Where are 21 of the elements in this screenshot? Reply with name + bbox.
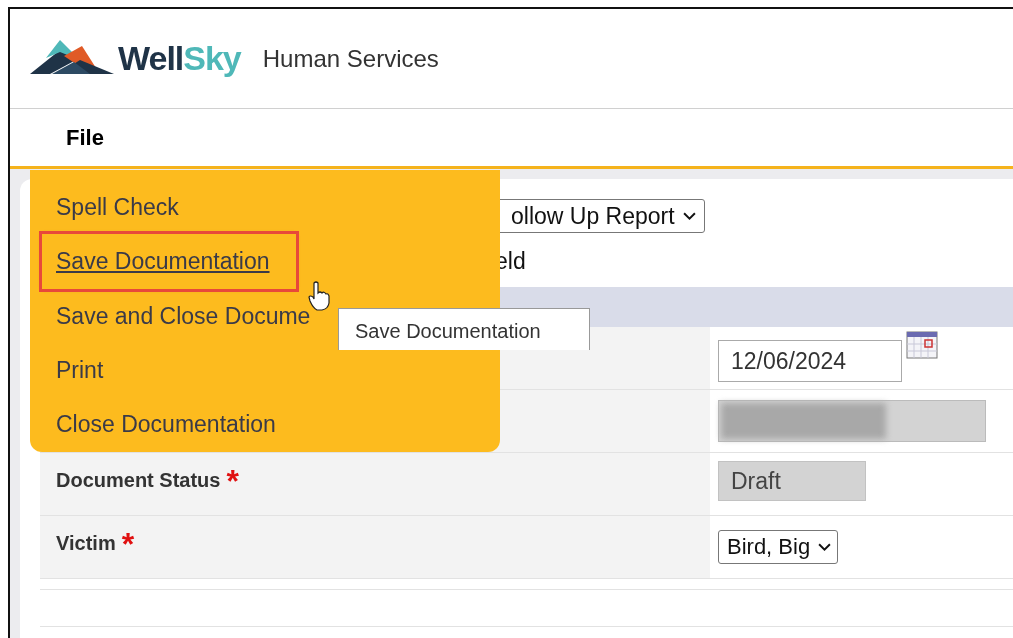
victim-select[interactable]: Bird, Big [718, 530, 839, 564]
field-label: Document Status [56, 469, 221, 492]
date-field[interactable]: 12/06/2024 [718, 340, 902, 382]
brand-name: WellSky [118, 39, 241, 78]
required-mark: * [226, 469, 239, 493]
menu-item[interactable]: Save Documentation [42, 234, 296, 289]
menu-item[interactable]: Spell Check [30, 180, 179, 235]
menu-item[interactable]: Close Documentation [30, 397, 276, 453]
hand-cursor-icon [308, 281, 330, 311]
chevron-down-icon [682, 211, 696, 221]
menu-item[interactable]: Save and Close Docume [30, 288, 311, 344]
product-name: Human Services [262, 44, 439, 73]
status-field: Draft [718, 461, 866, 501]
field-label: Victim [56, 532, 116, 555]
tooltip: Save Documentation [338, 308, 590, 350]
mountain-logo-icon [30, 37, 114, 76]
menu-item[interactable]: Print [30, 343, 104, 398]
required-mark: * [121, 532, 135, 556]
chevron-down-icon [818, 542, 832, 552]
file-menu[interactable]: File [58, 120, 112, 155]
calendar-icon[interactable] [906, 331, 938, 359]
